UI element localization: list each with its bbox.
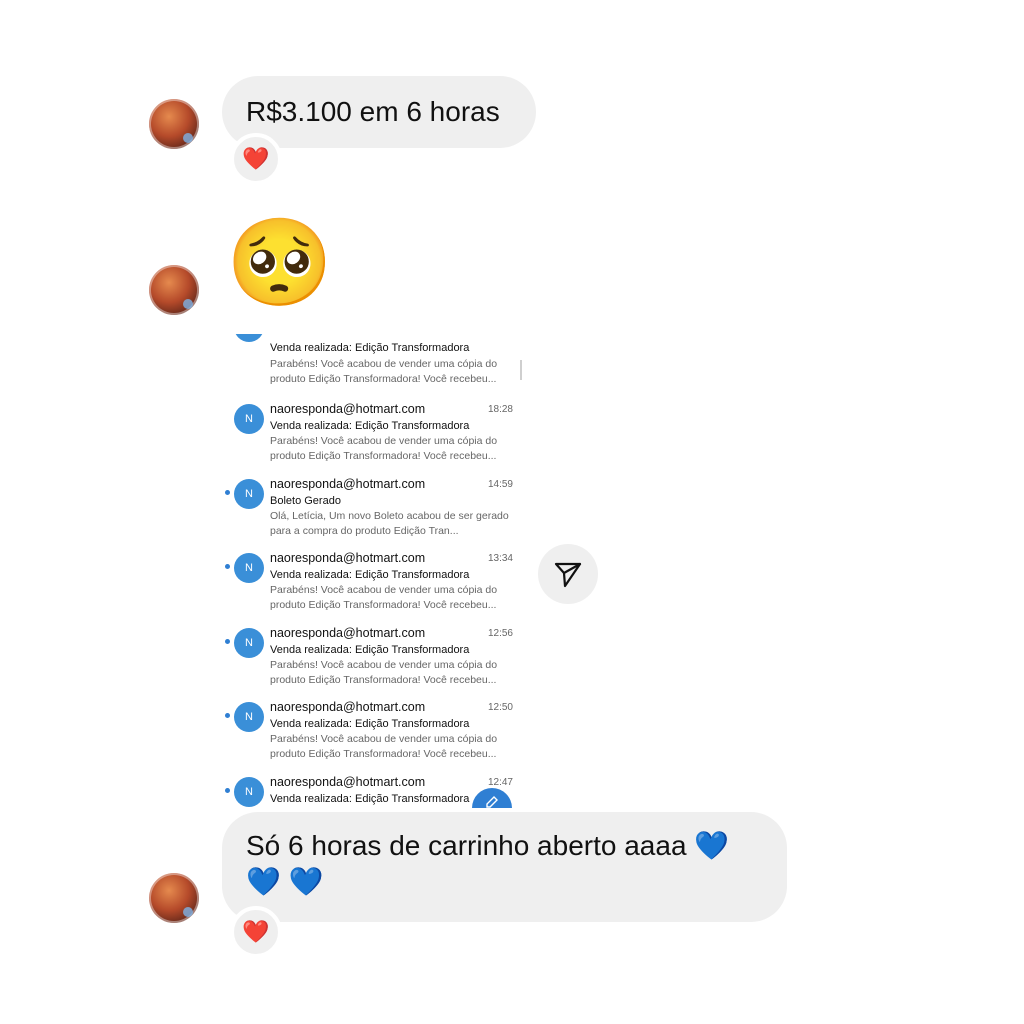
email-row: N naoresponda@hotmart.com 13:34 Venda re… bbox=[222, 549, 522, 623]
pleading-face-emoji[interactable]: 🥺 bbox=[226, 220, 333, 306]
email-preview: Parabéns! Você acabou de vender uma cópi… bbox=[270, 659, 498, 686]
email-subject: Venda realizada: Edição Transformadora bbox=[270, 342, 470, 354]
unread-dot bbox=[225, 788, 230, 793]
email-avatar bbox=[234, 334, 264, 342]
email-avatar: N bbox=[234, 404, 264, 434]
email-preview: Parabéns! Você acabou de vender uma cópi… bbox=[270, 733, 498, 760]
email-time: 12:47 bbox=[487, 777, 513, 788]
message-text-line-1: Só 6 horas de carrinho aberto aaaa 💙 bbox=[246, 830, 730, 861]
email-avatar: N bbox=[234, 777, 264, 807]
email-row: N naoresponda@hotmart.com 12:56 Venda re… bbox=[222, 624, 522, 698]
heart-reaction[interactable]: ❤️ bbox=[230, 133, 282, 185]
email-sender: naoresponda@hotmart.com bbox=[270, 477, 426, 491]
email-time: 14:59 bbox=[487, 479, 513, 490]
email-avatar: N bbox=[234, 553, 264, 583]
email-avatar: N bbox=[234, 702, 264, 732]
message-bubble-4[interactable]: Só 6 horas de carrinho aberto aaaa 💙 💙 💙 bbox=[222, 812, 787, 922]
email-preview: Parabéns! Você acabou de vender uma cópi… bbox=[270, 435, 498, 462]
unread-dot bbox=[225, 490, 230, 495]
email-sender: naoresponda@hotmart.com bbox=[270, 626, 426, 640]
email-sender: naoresponda@hotmart.com bbox=[270, 775, 426, 789]
email-sender: naoresponda@hotmart.com bbox=[270, 700, 426, 714]
email-subject: Boleto Gerado bbox=[270, 495, 341, 507]
heart-icon: ❤️ bbox=[242, 146, 270, 171]
email-subject: Venda realizada: Edição Transformadora bbox=[270, 793, 470, 805]
send-icon bbox=[554, 562, 582, 588]
email-subject: Venda realizada: Edição Transformadora bbox=[270, 569, 470, 581]
email-preview: Parabéns! Você acabou de vender uma cópi… bbox=[270, 584, 498, 611]
sender-avatar[interactable] bbox=[149, 265, 199, 315]
message-text: R$3.100 em 6 horas bbox=[246, 96, 500, 127]
inbox-screenshot[interactable]: Venda realizada: Edição Transformadora P… bbox=[222, 334, 522, 808]
email-subject: Venda realizada: Edição Transformadora bbox=[270, 644, 470, 656]
sender-avatar[interactable] bbox=[149, 99, 199, 149]
email-time: 12:56 bbox=[487, 628, 513, 639]
email-row: N naoresponda@hotmart.com 14:59 Boleto G… bbox=[222, 475, 522, 549]
email-preview: Parabéns! Você acabou de vender uma cópi… bbox=[270, 358, 498, 385]
email-preview: Olá, Letícia, Um novo Boleto acabou de s… bbox=[270, 510, 509, 537]
email-sender: naoresponda@hotmart.com bbox=[270, 551, 426, 565]
email-row: N naoresponda@hotmart.com 12:50 Venda re… bbox=[222, 698, 522, 772]
heart-reaction[interactable]: ❤️ bbox=[230, 906, 282, 958]
email-row-partial: Venda realizada: Edição Transformadora P… bbox=[222, 334, 522, 386]
share-button[interactable] bbox=[538, 544, 598, 604]
message-text-line-2: 💙 💙 bbox=[246, 866, 324, 897]
email-time: 13:34 bbox=[487, 553, 513, 564]
email-avatar: N bbox=[234, 479, 264, 509]
email-subject: Venda realizada: Edição Transformadora bbox=[270, 718, 470, 730]
email-sender: naoresponda@hotmart.com bbox=[270, 402, 426, 416]
email-time: 18:28 bbox=[487, 404, 513, 415]
unread-dot bbox=[225, 639, 230, 644]
email-subject: Venda realizada: Edição Transformadora bbox=[270, 420, 470, 432]
unread-dot bbox=[225, 564, 230, 569]
email-avatar: N bbox=[234, 628, 264, 658]
unread-dot bbox=[225, 713, 230, 718]
email-time: 12:50 bbox=[487, 702, 513, 713]
email-row: N naoresponda@hotmart.com 18:28 Venda re… bbox=[222, 400, 522, 474]
sender-avatar[interactable] bbox=[149, 873, 199, 923]
heart-icon: ❤️ bbox=[242, 919, 270, 944]
